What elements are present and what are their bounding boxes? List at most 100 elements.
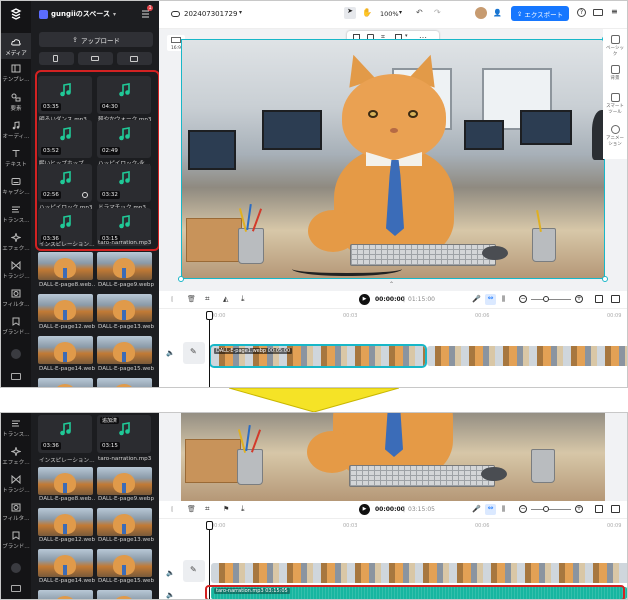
canvas-image[interactable] bbox=[181, 39, 605, 279]
right-tool-basic[interactable]: ベーシック bbox=[605, 35, 625, 57]
rail-item-text[interactable]: テキスト bbox=[1, 149, 31, 168]
avatar[interactable] bbox=[475, 7, 487, 19]
playhead[interactable] bbox=[209, 317, 210, 387]
caption-toggle-icon[interactable] bbox=[611, 505, 620, 513]
video-clip[interactable] bbox=[427, 346, 627, 366]
canvas-image[interactable] bbox=[181, 413, 605, 501]
download-icon[interactable]: ⤓ bbox=[241, 504, 245, 514]
image-thumbnail[interactable] bbox=[38, 294, 93, 322]
audio-tile[interactable]: 03:36 bbox=[38, 415, 92, 453]
resize-handle[interactable] bbox=[178, 276, 184, 282]
rail-item-brand[interactable]: ブランド… bbox=[1, 317, 31, 336]
edit-cover-button[interactable]: ✎ bbox=[183, 560, 205, 582]
menu-icon[interactable]: ≡ bbox=[611, 7, 618, 16]
video-clip-selected[interactable]: DALL·E-page1.webp 00:05:00 bbox=[209, 344, 427, 368]
image-thumbnail[interactable] bbox=[97, 336, 152, 364]
image-thumbnail[interactable] bbox=[38, 467, 93, 495]
split-icon[interactable]: ⫾ bbox=[171, 505, 173, 514]
audio-tile-added[interactable]: 追加済 03:15 bbox=[97, 415, 151, 453]
right-tool-background[interactable]: 背景 bbox=[605, 65, 625, 81]
zoom-in-icon[interactable]: + bbox=[575, 295, 583, 303]
rail-item-effects[interactable]: エフェク… bbox=[1, 447, 31, 466]
rail-item-audio[interactable]: オーディ… bbox=[1, 121, 31, 140]
rail-item-brand[interactable]: ブランド… bbox=[1, 531, 31, 550]
rail-item-transcript[interactable]: トランス… bbox=[1, 205, 31, 224]
app-logo-icon[interactable] bbox=[10, 8, 22, 20]
image-thumbnail[interactable] bbox=[38, 336, 93, 364]
rail-item-caption[interactable]: キャプシ… bbox=[1, 177, 31, 196]
delete-icon[interactable]: 🗑 bbox=[187, 505, 196, 513]
image-thumbnail[interactable] bbox=[97, 549, 152, 577]
right-tool-smart[interactable]: スマート ツール bbox=[605, 93, 625, 115]
project-name[interactable]: 202407301729 bbox=[184, 10, 237, 18]
right-tool-animation[interactable]: アニメーション bbox=[605, 125, 625, 147]
caption-toggle-icon[interactable] bbox=[611, 295, 620, 303]
upload-button[interactable]: ⇪ アップロード bbox=[39, 32, 153, 47]
zoom-slider-knob[interactable] bbox=[543, 296, 549, 302]
edit-cover-button[interactable]: ✎ bbox=[183, 342, 205, 364]
image-thumbnail[interactable] bbox=[97, 508, 152, 536]
rail-item-transcript[interactable]: トランス… bbox=[1, 419, 31, 438]
snap-icon[interactable]: ⇔ bbox=[485, 294, 496, 305]
volume-icon[interactable]: 🔈 bbox=[166, 569, 175, 577]
drive-source-button[interactable] bbox=[117, 52, 152, 65]
image-thumbnail[interactable] bbox=[38, 378, 93, 387]
help-icon[interactable]: ? bbox=[577, 8, 586, 17]
rail-item-elements[interactable]: 要素 bbox=[1, 93, 31, 112]
keyboard-icon[interactable] bbox=[11, 373, 21, 380]
hand-tool-icon[interactable]: ✋ bbox=[362, 8, 372, 17]
chevron-down-icon[interactable]: ▾ bbox=[239, 9, 242, 16]
zoom-out-icon[interactable]: − bbox=[519, 505, 527, 513]
zoom-out-icon[interactable]: − bbox=[519, 295, 527, 303]
rail-item-transition[interactable]: トランジ… bbox=[1, 475, 31, 494]
image-thumbnail[interactable] bbox=[97, 467, 152, 495]
chevron-up-icon[interactable]: ⌃ bbox=[389, 281, 394, 288]
play-button[interactable]: ▶ bbox=[359, 504, 370, 515]
flip-icon[interactable]: ◭ bbox=[223, 295, 228, 303]
fullscreen-icon[interactable] bbox=[595, 505, 603, 513]
delete-icon[interactable]: 🗑 bbox=[187, 295, 196, 303]
export-button[interactable]: ⇪ エクスポート bbox=[511, 6, 569, 21]
split-icon[interactable]: ⫾ bbox=[171, 295, 173, 304]
download-icon[interactable]: ⤓ bbox=[241, 294, 245, 304]
select-tool-icon[interactable]: ➤ bbox=[344, 7, 356, 19]
resize-handle[interactable] bbox=[602, 276, 608, 282]
split-screen-icon[interactable]: ⫼ bbox=[502, 505, 505, 514]
crop-icon[interactable]: ⌗ bbox=[205, 504, 210, 514]
microphone-icon[interactable]: 🎤 bbox=[472, 505, 481, 513]
workspace-selector[interactable]: gungiiのスペース ▾ bbox=[39, 8, 116, 20]
image-thumbnail[interactable] bbox=[38, 252, 93, 280]
video-clip[interactable] bbox=[211, 563, 627, 583]
image-thumbnail[interactable] bbox=[97, 252, 152, 280]
crop-icon[interactable]: ⌗ bbox=[205, 294, 210, 304]
image-thumbnail[interactable] bbox=[38, 508, 93, 536]
fullscreen-icon[interactable] bbox=[595, 295, 603, 303]
play-button[interactable]: ▶ bbox=[359, 294, 370, 305]
image-thumbnail[interactable] bbox=[97, 378, 152, 387]
rail-item-template[interactable]: テンプレ… bbox=[1, 64, 31, 83]
undo-icon[interactable]: ↶ bbox=[416, 8, 423, 17]
rail-item-media[interactable]: メディア bbox=[1, 33, 31, 59]
image-thumbnail[interactable] bbox=[97, 294, 152, 322]
split-screen-icon[interactable]: ⫼ bbox=[502, 295, 505, 304]
zoom-in-icon[interactable]: + bbox=[575, 505, 583, 513]
image-thumbnail[interactable] bbox=[38, 549, 93, 577]
notifications-button[interactable]: 1 bbox=[141, 5, 154, 18]
image-thumbnail[interactable] bbox=[97, 590, 152, 599]
record-source-button[interactable] bbox=[78, 52, 113, 65]
rail-item-transition[interactable]: トランジ… bbox=[1, 261, 31, 280]
volume-icon[interactable]: 🔈 bbox=[166, 591, 175, 599]
snap-icon[interactable]: ⇔ bbox=[485, 504, 496, 515]
share-user-icon[interactable]: 👤 bbox=[493, 9, 502, 17]
rail-item-effects[interactable]: エフェク… bbox=[1, 233, 31, 252]
rail-item-filter[interactable]: フィルタ… bbox=[1, 503, 31, 522]
rail-item-filter[interactable]: フィルタ… bbox=[1, 289, 31, 308]
microphone-icon[interactable]: 🎤 bbox=[472, 295, 481, 303]
playhead-handle[interactable] bbox=[206, 311, 213, 320]
zoom-level[interactable]: 100% bbox=[380, 10, 399, 18]
collapse-icon[interactable] bbox=[11, 563, 21, 573]
keyboard-icon[interactable] bbox=[11, 585, 21, 592]
flag-icon[interactable]: ⚑ bbox=[223, 505, 229, 513]
zoom-slider[interactable] bbox=[531, 299, 571, 300]
zoom-slider[interactable] bbox=[531, 509, 571, 510]
